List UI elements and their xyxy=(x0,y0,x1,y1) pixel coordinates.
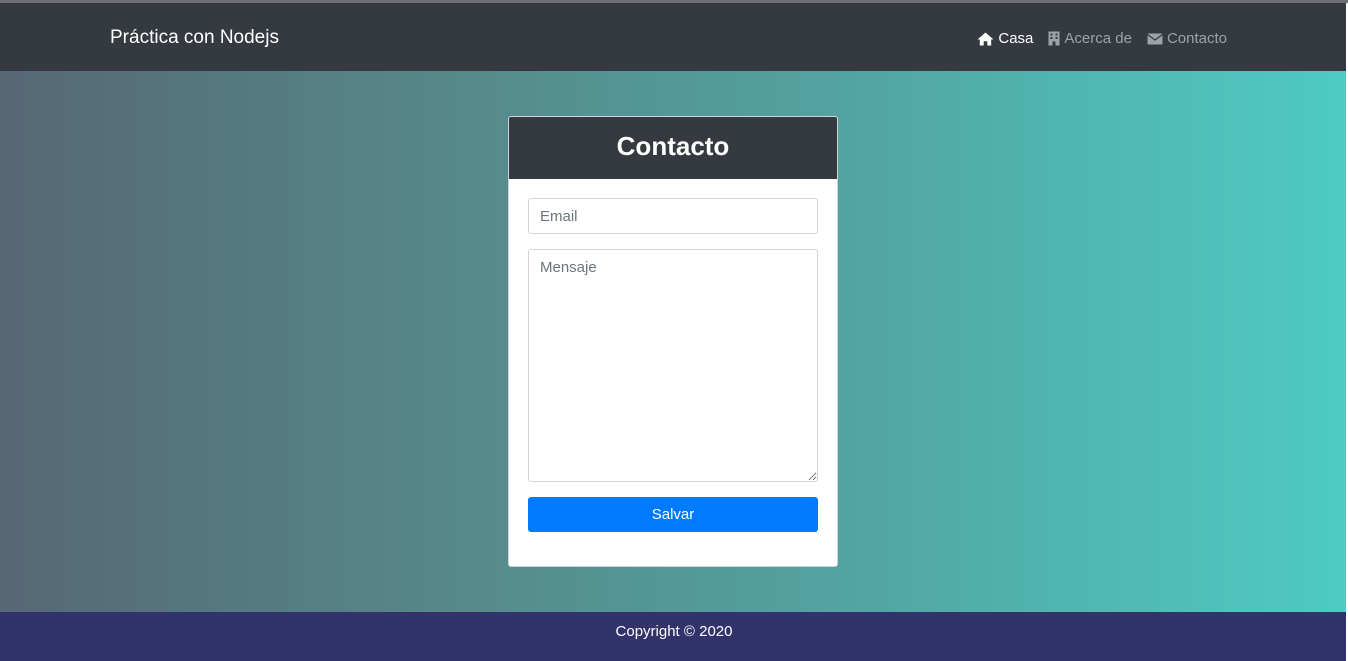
home-icon xyxy=(977,32,994,45)
nav-link-label: Contacto xyxy=(1166,30,1227,47)
footer: Copyright © 2020 xyxy=(0,612,1348,661)
card-title: Contacto xyxy=(509,117,837,179)
nav-links: Casa Acerca de Contacto xyxy=(962,30,1227,47)
nav-link-label: Casa xyxy=(998,30,1034,47)
envelope-icon xyxy=(1147,33,1163,44)
nav-link-label: Acerca de xyxy=(1064,30,1132,47)
copyright-text: Copyright © 2020 xyxy=(615,623,733,640)
contact-card: Contacto Salvar xyxy=(508,116,838,567)
email-field[interactable] xyxy=(528,198,818,234)
navbar: Práctica con Nodejs Casa Acerca de Conta… xyxy=(0,3,1348,71)
nav-link-contacto[interactable]: Contacto xyxy=(1147,30,1227,47)
message-field[interactable] xyxy=(528,249,818,482)
navbar-brand[interactable]: Práctica con Nodejs xyxy=(110,27,279,49)
nav-link-casa[interactable]: Casa xyxy=(977,30,1033,47)
save-button[interactable]: Salvar xyxy=(528,497,818,532)
nav-link-acerca-de[interactable]: Acerca de xyxy=(1048,30,1132,47)
main-content: Contacto Salvar xyxy=(0,71,1348,612)
building-icon xyxy=(1048,31,1060,46)
